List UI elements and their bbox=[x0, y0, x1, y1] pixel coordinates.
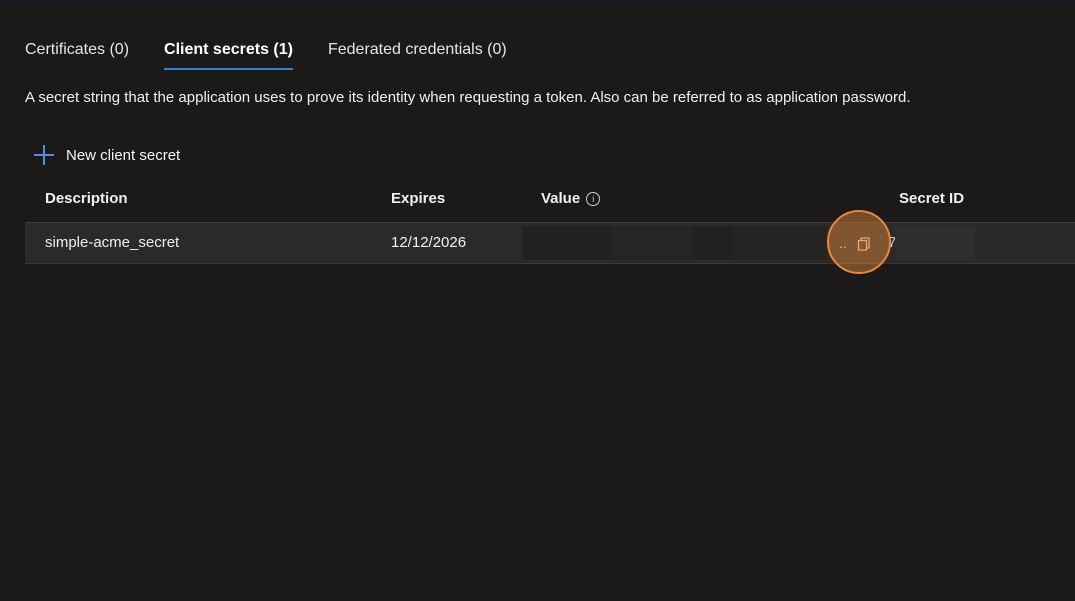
redacted-value-block bbox=[693, 226, 733, 260]
new-client-secret-label: New client secret bbox=[66, 146, 181, 164]
section-description: A secret string that the application use… bbox=[25, 89, 911, 106]
redacted-value-block bbox=[523, 226, 613, 260]
credentials-tabs: Certificates (0) Client secrets (1) Fede… bbox=[25, 38, 542, 72]
new-client-secret-button[interactable]: New client secret bbox=[34, 145, 180, 165]
info-icon[interactable]: i bbox=[586, 191, 601, 206]
redacted-value-block bbox=[613, 226, 693, 260]
redacted-value-block bbox=[733, 226, 828, 260]
cell-expires: 12/12/2026 bbox=[391, 234, 467, 251]
top-border bbox=[0, 0, 1075, 2]
header-value: Value i bbox=[541, 190, 601, 207]
tab-client-secrets[interactable]: Client secrets (1) bbox=[164, 38, 293, 72]
redacted-secret-id-block bbox=[895, 226, 975, 260]
tab-certificates[interactable]: Certificates (0) bbox=[25, 38, 129, 72]
cell-description: simple-acme_secret bbox=[45, 234, 180, 251]
header-expires: Expires bbox=[391, 190, 446, 207]
cell-value-truncated: .. bbox=[839, 235, 847, 251]
table-row[interactable]: simple-acme_secret 12/12/2026 .. 7 bbox=[25, 222, 1075, 264]
header-secret-id: Secret ID bbox=[899, 190, 965, 207]
tab-federated-credentials[interactable]: Federated credentials (0) bbox=[328, 38, 507, 72]
table-header: Description Expires Value i Secret ID bbox=[0, 190, 1075, 212]
header-description: Description bbox=[45, 190, 128, 207]
copy-icon[interactable] bbox=[857, 237, 871, 251]
redacted-secret-id-block bbox=[975, 226, 1075, 260]
plus-icon bbox=[34, 145, 54, 165]
